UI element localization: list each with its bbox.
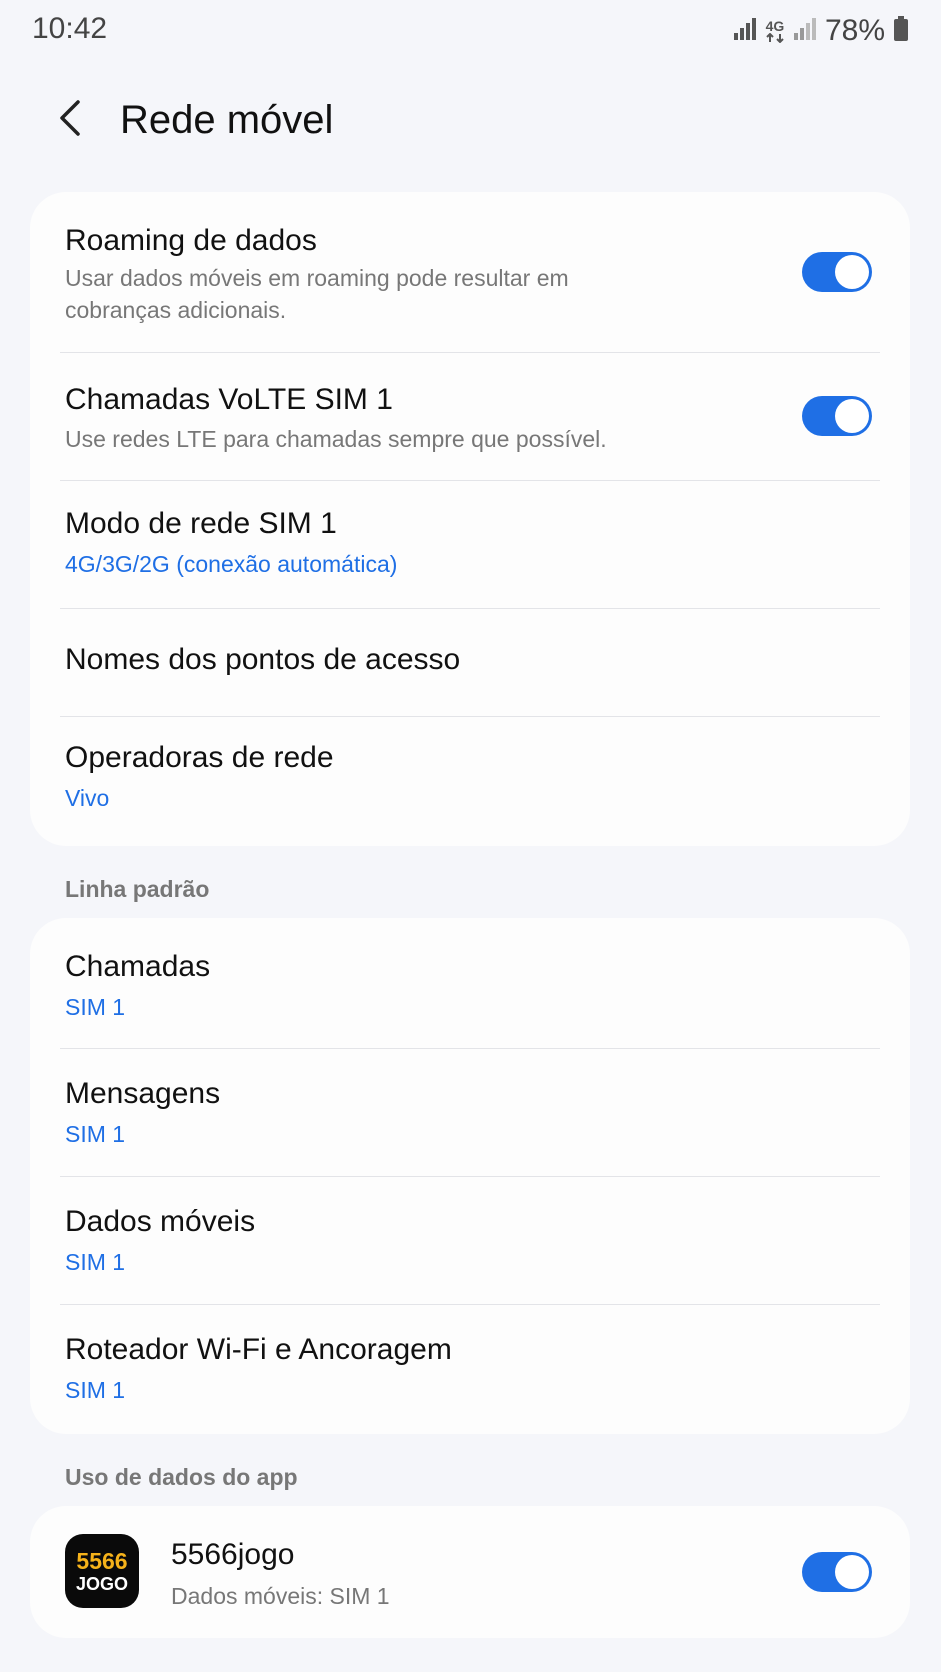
signal-sim1-icon xyxy=(733,17,757,46)
network-mode-title: Modo de rede SIM 1 xyxy=(65,507,337,540)
operators-row[interactable]: Operadoras de rede Vivo xyxy=(30,717,910,846)
status-bar: 10:42 4G 78% xyxy=(0,0,941,60)
messages-row[interactable]: Mensagens SIM 1 xyxy=(30,1049,910,1176)
hotspot-row[interactable]: Roteador Wi-Fi e Ancoragem SIM 1 xyxy=(30,1305,910,1434)
status-icons: 4G 78% xyxy=(733,14,909,48)
roaming-row[interactable]: Roaming de dados Usar dados móveis em ro… xyxy=(30,192,910,352)
app-subtitle: Dados móveis: SIM 1 xyxy=(171,1583,390,1609)
operators-title: Operadoras de rede xyxy=(65,741,334,774)
mobile-data-value: SIM 1 xyxy=(65,1249,126,1275)
app-data-card: 5566 JOGO 5566jogo Dados móveis: SIM 1 xyxy=(30,1506,910,1638)
toggle-knob xyxy=(835,399,869,433)
messages-title: Mensagens xyxy=(65,1077,221,1110)
app-icon-label: JOGO xyxy=(75,1573,128,1594)
mobile-network-card: Roaming de dados Usar dados móveis em ro… xyxy=(30,192,910,846)
app-name: 5566jogo xyxy=(171,1538,295,1571)
app-icon-number: 5566 xyxy=(76,1547,128,1574)
operators-value: Vivo xyxy=(65,785,110,811)
calls-value: SIM 1 xyxy=(65,994,126,1020)
roaming-title: Roaming de dados xyxy=(65,224,317,257)
volte-subtitle: Use redes LTE para chamadas sempre que p… xyxy=(65,426,607,452)
section-label-default-line: Linha padrão xyxy=(65,876,210,902)
toggle-knob xyxy=(835,255,869,289)
app-icon: 5566 JOGO xyxy=(65,1534,139,1608)
page-title: Rede móvel xyxy=(120,98,334,142)
volte-title: Chamadas VoLTE SIM 1 xyxy=(65,383,393,416)
4g-data-icon: 4G xyxy=(765,19,785,43)
messages-value: SIM 1 xyxy=(65,1121,126,1147)
network-mode-value: 4G/3G/2G (conexão automática) xyxy=(65,551,398,577)
volte-toggle[interactable] xyxy=(802,396,872,436)
apn-title: Nomes dos pontos de acesso xyxy=(65,643,461,676)
roaming-subtitle: Usar dados móveis em roaming pode result… xyxy=(65,265,569,323)
app-bar: Rede móvel xyxy=(0,80,941,164)
hotspot-value: SIM 1 xyxy=(65,1377,126,1403)
roaming-toggle[interactable] xyxy=(802,252,872,292)
chevron-left-icon xyxy=(56,98,84,143)
battery-percent: 78% xyxy=(824,14,885,47)
section-label-app-data: Uso de dados do app xyxy=(65,1464,298,1490)
mobile-data-row[interactable]: Dados móveis SIM 1 xyxy=(30,1177,910,1304)
default-line-card: Chamadas SIM 1 Mensagens SIM 1 Dados móv… xyxy=(30,918,910,1434)
network-mode-row[interactable]: Modo de rede SIM 1 4G/3G/2G (conexão aut… xyxy=(30,481,910,608)
volte-row[interactable]: Chamadas VoLTE SIM 1 Use redes LTE para … xyxy=(30,353,910,480)
battery-icon xyxy=(893,15,909,47)
calls-title: Chamadas xyxy=(65,950,211,983)
apn-row[interactable]: Nomes dos pontos de acesso xyxy=(30,609,910,716)
calls-row[interactable]: Chamadas SIM 1 xyxy=(30,918,910,1048)
app-data-toggle[interactable] xyxy=(802,1552,872,1592)
network-type-label: 4G xyxy=(765,18,785,34)
app-row-5566jogo[interactable]: 5566 JOGO 5566jogo Dados móveis: SIM 1 xyxy=(30,1506,910,1638)
signal-sim2-icon xyxy=(793,17,817,46)
hotspot-title: Roteador Wi-Fi e Ancoragem xyxy=(65,1333,452,1366)
toggle-knob xyxy=(835,1555,869,1589)
mobile-data-title: Dados móveis xyxy=(65,1205,256,1238)
back-button[interactable] xyxy=(48,96,92,144)
status-time: 10:42 xyxy=(32,12,108,45)
